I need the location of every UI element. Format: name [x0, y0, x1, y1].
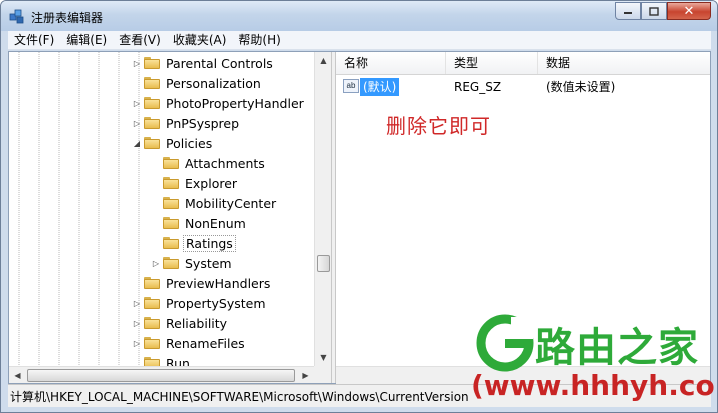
tree-node-label: PhotoPropertyHandler [166, 95, 304, 111]
folder-icon [144, 117, 160, 129]
menu-file[interactable]: 文件(F) [8, 31, 60, 49]
tree-node-label: System [185, 255, 232, 271]
menu-edit[interactable]: 编辑(E) [60, 31, 113, 49]
tree-vertical-scrollbar[interactable]: ▲ ▼ [314, 52, 331, 366]
folder-icon [163, 157, 179, 169]
folder-icon [144, 337, 160, 349]
menu-help[interactable]: 帮助(H) [232, 31, 286, 49]
tree-node-ratings-selected[interactable]: Ratings [151, 233, 236, 253]
value-row[interactable]: ab (默认) REG_SZ (数值未设置) [336, 76, 710, 98]
tree-node[interactable]: ▷ Parental Controls [132, 53, 275, 73]
maximize-icon [649, 6, 659, 16]
tree-node-label: PreviewHandlers [166, 275, 271, 291]
minimize-button[interactable] [615, 2, 641, 20]
expand-arrow-icon[interactable]: ▷ [132, 319, 142, 328]
expand-arrow-icon[interactable]: ▷ [132, 119, 142, 128]
tree-node[interactable]: ▷ Reliability [132, 313, 229, 333]
tree-node[interactable]: ▷ PropertySystem [132, 293, 268, 313]
menu-view[interactable]: 查看(V) [113, 31, 167, 49]
collapse-arrow-icon[interactable]: ◢ [132, 139, 142, 148]
expand-arrow-icon[interactable]: ▷ [132, 339, 142, 348]
tree-node-label: NonEnum [185, 215, 246, 231]
folder-icon [144, 277, 160, 289]
brand-logo-icon [476, 314, 534, 372]
value-type: REG_SZ [454, 80, 502, 94]
site-watermark: 路由之家 (www.hhhyh.com) [471, 313, 717, 412]
delete-annotation: 删除它即可 [386, 114, 491, 138]
window-controls: ✕ [615, 2, 711, 20]
tree-node-label: Attachments [185, 155, 265, 171]
tree-node[interactable]: PreviewHandlers [132, 273, 272, 293]
scroll-up-icon[interactable]: ▲ [315, 52, 331, 69]
value-name: (默认) [360, 78, 400, 96]
expand-arrow-icon[interactable]: ▷ [151, 259, 161, 268]
tree-node[interactable]: ▷ PhotoPropertyHandler [132, 93, 306, 113]
column-header-name[interactable]: 名称 [336, 52, 446, 74]
tree-node-label: Ratings [183, 234, 236, 252]
tree-node-label: PropertySystem [166, 295, 266, 311]
tree-horizontal-scrollbar[interactable]: ◀ ▶ [9, 366, 331, 383]
folder-open-icon [144, 137, 160, 149]
folder-icon [144, 77, 160, 89]
brand-url: (www.hhhyh.com) [471, 369, 717, 402]
tree-node[interactable]: Personalization [132, 73, 263, 93]
column-header-data[interactable]: 数据 [538, 52, 710, 74]
tree-node-label: Parental Controls [166, 55, 273, 71]
tree-node-label: MobilityCenter [185, 195, 277, 211]
folder-icon [144, 97, 160, 109]
tree-node[interactable]: Explorer [151, 173, 239, 193]
horizontal-scroll-thumb[interactable] [27, 369, 295, 382]
scroll-left-icon[interactable]: ◀ [9, 367, 26, 383]
tree-node-label: PnPSysprep [166, 115, 240, 131]
folder-icon [163, 177, 179, 189]
column-header-type[interactable]: 类型 [446, 52, 538, 74]
registry-editor-window: 注册表编辑器 ✕ 文件(F) 编辑(E) 查看(V) 收藏夹(A) 帮助(H) [0, 0, 718, 413]
scroll-down-icon[interactable]: ▼ [315, 349, 331, 366]
values-column-headers: 名称 类型 数据 [336, 52, 710, 75]
brand-name: 路由之家 [535, 325, 699, 371]
value-data: (数值未设置) [546, 80, 616, 94]
string-value-icon: ab [343, 79, 359, 93]
scroll-thumb[interactable] [317, 255, 330, 272]
folder-icon [163, 257, 179, 269]
maximize-button[interactable] [641, 2, 667, 20]
tree-node-policies[interactable]: ◢ Policies [132, 133, 214, 153]
expand-arrow-icon[interactable]: ▷ [132, 99, 142, 108]
folder-icon [144, 57, 160, 69]
tree-node-label: Reliability [166, 315, 228, 331]
scrollbar-corner [314, 366, 331, 383]
tree-node[interactable]: Attachments [151, 153, 267, 173]
expand-arrow-icon[interactable]: ▷ [132, 299, 142, 308]
tree-node-label: Personalization [166, 75, 261, 91]
close-button[interactable]: ✕ [667, 2, 711, 20]
menu-bar: 文件(F) 编辑(E) 查看(V) 收藏夹(A) 帮助(H) [8, 31, 711, 50]
tree-node-label: Policies [166, 135, 213, 151]
tree-node[interactable]: ▷ RenameFiles [132, 333, 247, 353]
minimize-icon [624, 12, 632, 14]
registry-path: 计算机\HKEY_LOCAL_MACHINE\SOFTWARE\Microsof… [10, 390, 469, 404]
folder-open-icon [163, 237, 179, 249]
tree-guide-lines [18, 52, 140, 366]
tree-node[interactable]: ▷ PnPSysprep [132, 113, 241, 133]
folder-icon [144, 317, 160, 329]
registry-editor-icon [9, 9, 24, 24]
registry-tree-pane: ▷ Parental Controls Personalization ▷ Ph… [9, 52, 331, 383]
tree-node-label: Explorer [185, 175, 238, 191]
scroll-right-icon[interactable]: ▶ [297, 367, 314, 383]
window-title: 注册表编辑器 [31, 11, 104, 25]
tree-node-label: RenameFiles [166, 335, 245, 351]
close-icon: ✕ [683, 3, 695, 19]
tree-node[interactable]: MobilityCenter [151, 193, 278, 213]
folder-icon [144, 297, 160, 309]
tree-node[interactable]: ▷ System [151, 253, 234, 273]
menu-favorites[interactable]: 收藏夹(A) [167, 31, 233, 49]
folder-icon [163, 217, 179, 229]
folder-icon [163, 197, 179, 209]
expand-arrow-icon[interactable]: ▷ [132, 59, 142, 68]
tree-node[interactable]: NonEnum [151, 213, 248, 233]
title-bar[interactable]: 注册表编辑器 ✕ [1, 1, 717, 31]
